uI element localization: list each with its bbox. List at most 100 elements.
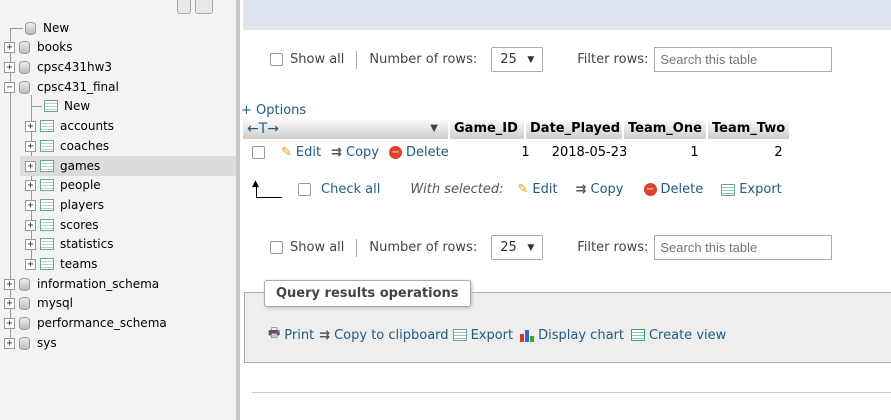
row-edit-button[interactable]: ✎ Edit	[281, 145, 321, 160]
pencil-icon: ✎	[281, 144, 292, 160]
nav-db-cpsc431hw3[interactable]: + cpsc431hw3	[4, 57, 112, 77]
database-icon	[19, 296, 30, 310]
query-results-operations-title: Query results operations	[264, 280, 471, 307]
expand-icon[interactable]: +	[25, 199, 36, 211]
table-row: ✎ Edit ⇉ Copy − Delete 1 2018-05-23 1 2	[243, 141, 783, 163]
row-copy-button[interactable]: ⇉ Copy	[331, 145, 379, 160]
create-view-button[interactable]: Create view	[630, 328, 726, 343]
row-delete-button[interactable]: − Delete	[388, 145, 449, 160]
print-button[interactable]: 🖶 Print	[268, 324, 314, 346]
expand-icon[interactable]: +	[4, 337, 15, 349]
expand-icon[interactable]: +	[25, 258, 36, 270]
top-message-bar	[243, 0, 891, 30]
export-icon	[721, 183, 736, 196]
nav-table-people[interactable]: + people	[25, 175, 101, 195]
chevron-down-icon: ▼	[527, 242, 535, 253]
show-all-label: Show all	[290, 240, 345, 255]
new-table-icon	[44, 100, 58, 112]
rows-select[interactable]: 25 ▼	[491, 235, 544, 260]
row-checkbox[interactable]	[252, 145, 265, 159]
collapse-all-icon[interactable]	[177, 0, 191, 14]
rows-select[interactable]: 25 ▼	[491, 47, 544, 72]
show-all-label: Show all	[290, 52, 345, 67]
chevron-down-icon: ▼	[527, 54, 535, 65]
nav-table-scores[interactable]: + scores	[25, 215, 99, 235]
printer-icon: 🖶	[268, 326, 281, 341]
cell-date-played[interactable]: 2018-05-23	[530, 145, 640, 160]
cell-game-id[interactable]: 1	[465, 145, 529, 160]
create-view-icon	[630, 329, 645, 341]
database-icon	[19, 277, 30, 291]
sort-dropdown-icon[interactable]: ▼	[430, 123, 438, 134]
export-button[interactable]: Export	[452, 328, 513, 343]
database-icon	[19, 336, 30, 350]
column-header-date-played[interactable]: Date_Played	[526, 118, 624, 139]
nav-new-table[interactable]: New	[32, 96, 90, 116]
nav-table-teams[interactable]: + teams	[25, 254, 97, 274]
expand-icon[interactable]: +	[25, 238, 36, 250]
expand-icon[interactable]: +	[25, 219, 36, 231]
nav-db-cpsc431-final[interactable]: − cpsc431_final	[4, 77, 119, 97]
link-with-main-icon[interactable]	[195, 0, 213, 14]
expand-icon[interactable]: +	[4, 297, 15, 309]
collapse-icon[interactable]: −	[4, 81, 15, 93]
nav-resize-handle[interactable]	[236, 0, 240, 420]
options-link[interactable]: + Options	[241, 103, 306, 118]
table-icon	[40, 179, 54, 191]
arrow-up-icon: ▲	[252, 179, 282, 198]
table-icon	[40, 120, 54, 132]
rows-label: Number of rows:	[369, 52, 478, 67]
expand-icon[interactable]: +	[25, 179, 36, 191]
expand-icon[interactable]: +	[25, 120, 36, 132]
nav-new-database[interactable]: New	[11, 18, 69, 38]
copy-icon: ⇉	[331, 144, 342, 160]
nav-db-performance-schema[interactable]: + performance_schema	[4, 313, 167, 333]
cell-team-two[interactable]: 2	[699, 145, 782, 160]
database-icon	[19, 40, 30, 54]
nav-table-coaches[interactable]: + coaches	[25, 136, 109, 156]
nav-table-accounts[interactable]: + accounts	[25, 116, 114, 136]
show-all-checkbox[interactable]	[270, 241, 283, 254]
nav-table-statistics[interactable]: + statistics	[25, 234, 114, 254]
new-database-icon	[25, 21, 36, 35]
nav-db-information-schema[interactable]: + information_schema	[4, 274, 159, 294]
resize-arrows-icon[interactable]: ←T→	[247, 121, 279, 137]
nav-db-books[interactable]: + books	[4, 37, 73, 57]
expand-icon[interactable]: +	[25, 140, 36, 152]
cell-team-one[interactable]: 1	[640, 145, 698, 160]
expand-icon[interactable]: +	[25, 160, 36, 172]
nav-table-players[interactable]: + players	[25, 195, 104, 215]
nav-db-sys[interactable]: + sys	[4, 333, 57, 353]
filter-input[interactable]	[654, 235, 833, 260]
bulk-export-button[interactable]: Export	[721, 182, 782, 197]
display-chart-button[interactable]: Display chart	[520, 328, 624, 343]
filter-input[interactable]	[654, 47, 833, 72]
nav-table-games[interactable]: + games	[20, 156, 236, 176]
bulk-delete-button[interactable]: − Delete	[643, 182, 703, 197]
column-header-team-one[interactable]: Team_One	[624, 118, 708, 139]
navigation-panel: New + books + cpsc431hw3 − cpsc431_final…	[0, 0, 236, 420]
table-icon	[40, 219, 54, 231]
filter-label: Filter rows:	[577, 52, 649, 67]
expand-icon[interactable]: +	[4, 61, 15, 73]
show-all-checkbox[interactable]	[270, 53, 283, 66]
filter-label: Filter rows:	[577, 240, 649, 255]
check-all-label[interactable]: Check all	[321, 182, 380, 197]
check-all-checkbox[interactable]	[298, 183, 311, 196]
delete-icon: −	[643, 183, 657, 196]
expand-icon[interactable]: +	[4, 278, 15, 290]
database-icon	[19, 80, 30, 94]
bulk-copy-button[interactable]: ⇉ Copy	[576, 182, 624, 197]
table-navigation-bottom: Show all Number of rows: 25 ▼ Filter row…	[270, 235, 833, 260]
column-header-team-two[interactable]: Team_Two	[708, 118, 791, 139]
expand-icon[interactable]: +	[4, 317, 15, 329]
delete-icon: −	[388, 145, 402, 159]
export-icon	[452, 329, 467, 341]
bulk-edit-button[interactable]: ✎ Edit	[518, 182, 558, 197]
expand-icon[interactable]: +	[4, 41, 15, 53]
copy-to-clipboard-button[interactable]: ⇉ Copy to clipboard	[319, 328, 448, 343]
table-icon	[40, 140, 54, 152]
nav-db-mysql[interactable]: + mysql	[4, 293, 73, 313]
table-icon	[40, 199, 54, 211]
column-header-game-id[interactable]: Game_ID	[450, 118, 526, 139]
